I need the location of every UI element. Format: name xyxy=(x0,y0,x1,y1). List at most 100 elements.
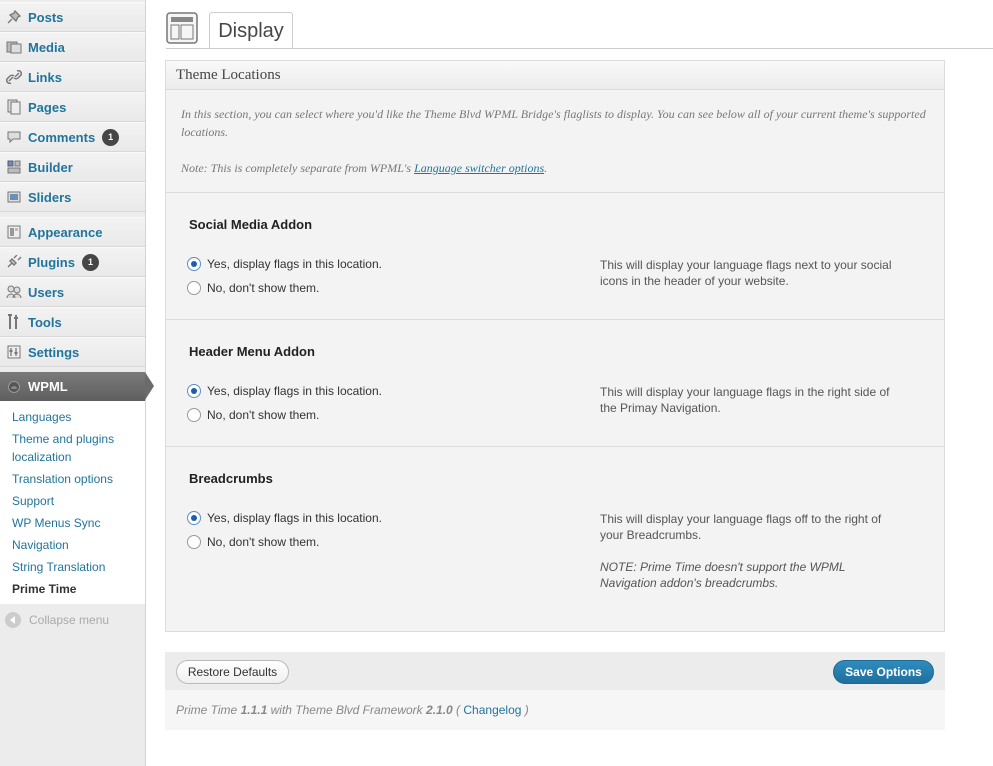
link-icon xyxy=(0,62,28,92)
option-label: Yes, display flags in this location. xyxy=(207,511,382,525)
option-label: No, don't show them. xyxy=(207,535,320,549)
settings-icon xyxy=(0,337,28,367)
submenu-translation-options[interactable]: Translation options xyxy=(12,470,137,488)
note-suffix: . xyxy=(544,161,548,175)
option-label: No, don't show them. xyxy=(207,408,320,422)
collapse-menu-label: Collapse menu xyxy=(29,613,110,627)
tab-display[interactable]: Display xyxy=(209,12,293,49)
option-yes-breadcrumbs[interactable]: Yes, display flags in this location. xyxy=(187,511,382,525)
option-no-header-menu[interactable]: No, don't show them. xyxy=(187,408,319,422)
submenu-languages[interactable]: Languages xyxy=(12,408,137,426)
tab-divider xyxy=(166,48,993,49)
framework-version: 2.1.0 xyxy=(426,703,453,717)
submenu-wp-menus-sync[interactable]: WP Menus Sync xyxy=(12,514,137,532)
restore-defaults-button[interactable]: Restore Defaults xyxy=(176,660,289,684)
note-prefix: Note: This is completely separate from W… xyxy=(181,161,415,175)
menu-item-appearance[interactable]: Appearance xyxy=(0,217,145,247)
screen-layout-icon xyxy=(166,12,198,44)
menu-label-settings: Settings xyxy=(28,344,80,360)
plugins-count-badge: 1 xyxy=(81,253,99,271)
menu-label-users: Users xyxy=(28,284,65,300)
theme-name: Prime Time xyxy=(176,703,238,717)
options-footer: Restore Defaults Save Options xyxy=(165,652,945,690)
menu-label-wpml: WPML xyxy=(28,379,68,394)
pages-icon xyxy=(0,92,28,122)
users-icon xyxy=(0,277,28,307)
menu-label-builder: Builder xyxy=(28,159,73,175)
menu-label-posts: Posts xyxy=(28,9,64,25)
intro-text: In this section, you can select where yo… xyxy=(181,107,926,139)
menu-item-settings[interactable]: Settings xyxy=(0,337,145,367)
description-text: This will display your language flags ne… xyxy=(600,258,892,288)
radio-selected-icon[interactable] xyxy=(187,257,201,271)
wpml-icon xyxy=(0,380,28,394)
radio-unselected-icon[interactable] xyxy=(187,535,201,549)
menu-label-sliders: Sliders xyxy=(28,189,72,205)
pin-icon xyxy=(0,2,28,32)
section-breadcrumbs: Breadcrumbs Yes, display flags in this l… xyxy=(166,447,944,632)
collapse-menu-button[interactable]: Collapse menu xyxy=(5,612,109,628)
theme-version: 1.1.1 xyxy=(240,703,268,717)
radio-selected-icon[interactable] xyxy=(187,384,201,398)
framework-text: with Theme Blvd Framework xyxy=(270,703,423,717)
radio-unselected-icon[interactable] xyxy=(187,408,201,422)
submenu-prime-time[interactable]: Prime Time xyxy=(12,580,137,598)
menu-label-pages: Pages xyxy=(28,99,67,115)
panel-title: Theme Locations xyxy=(166,61,944,90)
menu-item-users[interactable]: Users xyxy=(0,277,145,307)
admin-sidebar: Posts Media Links Pages Comments 1 Build… xyxy=(0,0,154,766)
active-menu-arrow xyxy=(145,372,154,400)
section-title: Breadcrumbs xyxy=(189,471,273,486)
menu-label-links: Links xyxy=(28,69,62,85)
save-options-button[interactable]: Save Options xyxy=(833,660,934,684)
submenu-support[interactable]: Support xyxy=(12,492,137,510)
menu-label-appearance: Appearance xyxy=(28,224,103,240)
collapse-arrow-icon xyxy=(5,612,21,628)
description-text: This will display your language flags of… xyxy=(600,512,882,542)
option-label: No, don't show them. xyxy=(207,281,320,295)
menu-item-pages[interactable]: Pages xyxy=(0,92,145,122)
option-no-social-media[interactable]: No, don't show them. xyxy=(187,281,319,295)
menu-item-posts[interactable]: Posts xyxy=(0,2,145,32)
menu-label-plugins: Plugins xyxy=(28,254,75,270)
menu-item-media[interactable]: Media xyxy=(0,32,145,62)
option-no-breadcrumbs[interactable]: No, don't show them. xyxy=(187,535,319,549)
language-switcher-options-link[interactable]: Language switcher options xyxy=(414,161,544,175)
section-title: Header Menu Addon xyxy=(189,344,315,359)
sliders-icon xyxy=(0,182,28,212)
section-description: This will display your language flags in… xyxy=(600,384,900,416)
radio-unselected-icon[interactable] xyxy=(187,281,201,295)
changelog-link[interactable]: Changelog xyxy=(463,703,521,717)
option-yes-header-menu[interactable]: Yes, display flags in this location. xyxy=(187,384,382,398)
section-description: This will display your language flags of… xyxy=(600,511,900,591)
theme-locations-panel: Theme Locations In this section, you can… xyxy=(165,60,945,632)
section-social-media-addon: Social Media Addon Yes, display flags in… xyxy=(166,193,944,320)
intro-note: Note: This is completely separate from W… xyxy=(181,159,929,177)
menu-item-wpml[interactable]: WPML xyxy=(0,372,145,401)
option-yes-social-media[interactable]: Yes, display flags in this location. xyxy=(187,257,382,271)
radio-selected-icon[interactable] xyxy=(187,511,201,525)
menu-item-sliders[interactable]: Sliders xyxy=(0,182,145,212)
plugin-icon xyxy=(0,247,28,277)
menu-item-links[interactable]: Links xyxy=(0,62,145,92)
menu-label-media: Media xyxy=(28,39,65,55)
comments-count-badge: 1 xyxy=(102,128,120,146)
tools-icon xyxy=(0,307,28,337)
builder-icon xyxy=(0,152,28,182)
menu-label-tools: Tools xyxy=(28,314,62,330)
menu-item-comments[interactable]: Comments 1 xyxy=(0,122,145,152)
section-header-menu-addon: Header Menu Addon Yes, display flags in … xyxy=(166,320,944,447)
menu-item-builder[interactable]: Builder xyxy=(0,152,145,182)
submenu-navigation[interactable]: Navigation xyxy=(12,536,137,554)
option-label: Yes, display flags in this location. xyxy=(207,257,382,271)
submenu-string-translation[interactable]: String Translation xyxy=(12,558,137,576)
menu-item-tools[interactable]: Tools xyxy=(0,307,145,337)
menu-item-plugins[interactable]: Plugins 1 xyxy=(0,247,145,277)
panel-intro: In this section, you can select where yo… xyxy=(166,91,944,193)
wpml-submenu: Languages Theme and plugins localization… xyxy=(0,401,145,604)
section-description: This will display your language flags ne… xyxy=(600,257,900,289)
section-title: Social Media Addon xyxy=(189,217,313,232)
description-text: This will display your language flags in… xyxy=(600,385,890,415)
submenu-theme-plugins-localization[interactable]: Theme and plugins localization xyxy=(12,430,137,466)
media-icon xyxy=(0,32,28,62)
